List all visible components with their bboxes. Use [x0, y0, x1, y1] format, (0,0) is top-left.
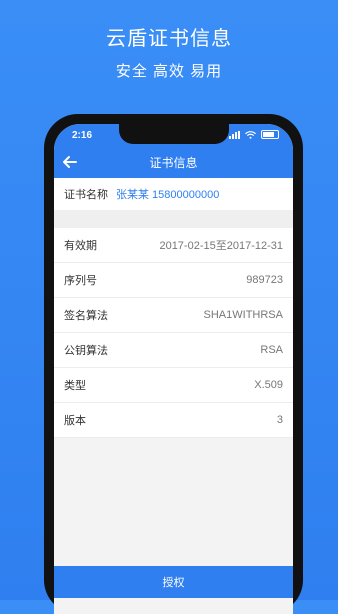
arrow-left-icon[interactable] [60, 152, 80, 172]
status-time: 2:16 [72, 130, 93, 141]
certificate-name-row: 证书名称 张某某 15800000000 [54, 178, 293, 211]
certificate-name-label: 证书名称 [64, 189, 108, 201]
section-divider [54, 210, 293, 228]
detail-row-type: 类型 X.509 [54, 368, 293, 403]
detail-value: RSA [260, 344, 283, 356]
certificate-name-value: 张某某 15800000000 [116, 189, 220, 201]
detail-row-version: 版本 3 [54, 403, 293, 438]
detail-value: SHA1WITHRSA [203, 309, 283, 321]
status-icons [229, 130, 279, 139]
detail-value: 3 [276, 414, 283, 426]
page-title: 证书信息 [149, 155, 198, 170]
authorize-button[interactable]: 授权 [54, 566, 293, 598]
promo-subtitle: 安全 高效 易用 [115, 63, 223, 80]
certificate-details-list: 有效期 2017-02-15至2017-12-31 序列号 989723 签名算… [54, 228, 293, 438]
detail-label: 有效期 [64, 240, 97, 252]
nav-bar: 证书信息 [54, 146, 293, 178]
detail-label: 公钥算法 [64, 345, 108, 357]
detail-row-validity: 有效期 2017-02-15至2017-12-31 [54, 228, 293, 263]
detail-label: 签名算法 [64, 310, 108, 322]
phone-frame: 2:16 证书信息 证书名称 张某某 15800000000 有效期 2017-… [44, 114, 303, 614]
phone-screen: 2:16 证书信息 证书名称 张某某 15800000000 有效期 2017-… [54, 124, 293, 614]
detail-value: 989723 [246, 274, 283, 286]
detail-label: 版本 [64, 415, 86, 427]
detail-label: 序列号 [64, 275, 97, 287]
signal-icon [229, 130, 240, 139]
detail-row-signature-algorithm: 签名算法 SHA1WITHRSA [54, 298, 293, 333]
battery-icon [261, 130, 279, 139]
detail-value: X.509 [254, 379, 283, 391]
detail-label: 类型 [64, 380, 86, 392]
detail-row-public-key-algorithm: 公钥算法 RSA [54, 333, 293, 368]
detail-row-serial: 序列号 989723 [54, 263, 293, 298]
phone-notch [118, 124, 229, 144]
detail-value: 2017-02-15至2017-12-31 [159, 240, 283, 252]
promo-title: 云盾证书信息 [106, 28, 232, 50]
wifi-icon [245, 130, 256, 139]
